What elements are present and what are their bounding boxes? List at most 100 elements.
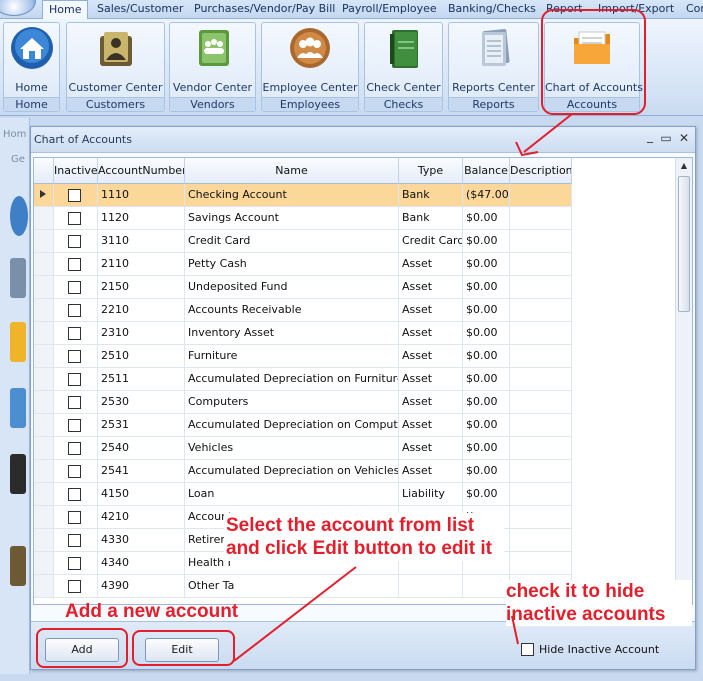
column-header-account-number[interactable]: AccountNumber bbox=[98, 158, 185, 184]
description-cell bbox=[510, 184, 572, 207]
employee-center-button[interactable]: Employee Center bbox=[262, 23, 358, 99]
table-row[interactable]: 3110 Credit Card Credit Card $0.00 bbox=[34, 230, 692, 253]
home-button-label: Home bbox=[15, 81, 48, 94]
inactive-cell[interactable] bbox=[54, 460, 98, 483]
scroll-up-icon[interactable]: ▲ bbox=[676, 158, 692, 174]
table-row[interactable]: 2530 Computers Asset $0.00 bbox=[34, 391, 692, 414]
grid-vertical-scrollbar[interactable]: ▲ ▼ bbox=[675, 158, 692, 604]
tab-home[interactable]: Home bbox=[42, 0, 89, 20]
inactive-checkbox[interactable] bbox=[68, 419, 81, 432]
account-number-cell: 4340 bbox=[98, 552, 185, 575]
table-row[interactable]: 2510 Furniture Asset $0.00 bbox=[34, 345, 692, 368]
home-button[interactable]: Home bbox=[4, 23, 59, 99]
table-row[interactable]: 2511 Accumulated Depreciation on Furnitur… bbox=[34, 368, 692, 391]
account-type-cell: Liability bbox=[399, 483, 463, 506]
account-name-cell: Computers bbox=[185, 391, 399, 414]
inactive-cell[interactable] bbox=[54, 414, 98, 437]
table-row[interactable]: 4150 Loan Liability $0.00 bbox=[34, 483, 692, 506]
ribbon-group-checks: Check Center Checks bbox=[364, 22, 443, 112]
table-row[interactable]: 1110 Checking Account Bank ($47.00) bbox=[34, 184, 692, 207]
inactive-cell[interactable] bbox=[54, 575, 98, 598]
hide-inactive-checkbox[interactable] bbox=[521, 643, 534, 656]
inactive-cell[interactable] bbox=[54, 253, 98, 276]
column-header-inactive[interactable]: Inactive bbox=[54, 158, 98, 184]
minimize-icon[interactable]: _ bbox=[643, 129, 657, 143]
ribbon-group-label-vendors: Vendors bbox=[170, 97, 255, 111]
column-header-name[interactable]: Name bbox=[185, 158, 399, 184]
inactive-checkbox[interactable] bbox=[68, 212, 81, 225]
column-header-type[interactable]: Type bbox=[399, 158, 463, 184]
inactive-cell[interactable] bbox=[54, 322, 98, 345]
balance-cell: ($47.00) bbox=[463, 184, 510, 207]
inactive-checkbox[interactable] bbox=[68, 557, 81, 570]
description-cell bbox=[510, 552, 572, 575]
close-icon[interactable]: ✕ bbox=[677, 131, 691, 145]
maximize-icon[interactable]: ▭ bbox=[659, 131, 673, 145]
inactive-checkbox[interactable] bbox=[68, 488, 81, 501]
account-name-cell: Savings Account bbox=[185, 207, 399, 230]
inactive-checkbox[interactable] bbox=[68, 258, 81, 271]
balance-cell: $0.00 bbox=[463, 391, 510, 414]
table-row[interactable]: 2531 Accumulated Depreciation on Computer… bbox=[34, 414, 692, 437]
sidebar-card-icon bbox=[10, 388, 26, 428]
description-cell bbox=[510, 207, 572, 230]
tab-banking-checks[interactable]: Banking/Checks bbox=[442, 0, 542, 19]
inactive-checkbox[interactable] bbox=[68, 189, 81, 202]
table-row[interactable]: 2540 Vehicles Asset $0.00 bbox=[34, 437, 692, 460]
tab-payroll-employee[interactable]: Payroll/Employee bbox=[336, 0, 443, 19]
chart-of-accounts-highlight bbox=[541, 9, 646, 115]
add-button-highlight bbox=[36, 628, 128, 668]
inactive-checkbox[interactable] bbox=[68, 442, 81, 455]
description-cell bbox=[510, 414, 572, 437]
table-row[interactable]: 2150 Undeposited Fund Asset $0.00 bbox=[34, 276, 692, 299]
window-title-bar: Chart of Accounts _ ▭ ✕ bbox=[31, 127, 695, 153]
account-name-cell: Accumulated Depreciation on Furniture bbox=[185, 368, 399, 391]
inactive-cell[interactable] bbox=[54, 184, 98, 207]
column-header-description[interactable]: Description bbox=[510, 158, 572, 184]
column-header-balance[interactable]: Balance bbox=[463, 158, 510, 184]
account-number-cell: 3110 bbox=[98, 230, 185, 253]
reports-center-button[interactable]: Reports Center bbox=[449, 23, 538, 99]
check-center-button[interactable]: Check Center bbox=[365, 23, 442, 99]
inactive-checkbox[interactable] bbox=[68, 304, 81, 317]
description-cell bbox=[510, 322, 572, 345]
inactive-cell[interactable] bbox=[54, 391, 98, 414]
inactive-cell[interactable] bbox=[54, 437, 98, 460]
check-center-icon bbox=[389, 30, 418, 68]
balance-cell: $0.00 bbox=[463, 414, 510, 437]
application-orb-button[interactable] bbox=[0, 0, 36, 16]
table-row[interactable]: 2310 Inventory Asset Asset $0.00 bbox=[34, 322, 692, 345]
inactive-cell[interactable] bbox=[54, 207, 98, 230]
table-row[interactable]: 2210 Accounts Receivable Asset $0.00 bbox=[34, 299, 692, 322]
table-row[interactable]: 2541 Accumulated Depreciation on Vehicles… bbox=[34, 460, 692, 483]
inactive-checkbox[interactable] bbox=[68, 511, 81, 524]
inactive-checkbox[interactable] bbox=[68, 373, 81, 386]
tab-sales-customer[interactable]: Sales/Customer bbox=[91, 0, 189, 19]
inactive-checkbox[interactable] bbox=[68, 465, 81, 478]
inactive-checkbox[interactable] bbox=[68, 396, 81, 409]
inactive-cell[interactable] bbox=[54, 506, 98, 529]
inactive-checkbox[interactable] bbox=[68, 534, 81, 547]
inactive-cell[interactable] bbox=[54, 276, 98, 299]
inactive-checkbox[interactable] bbox=[68, 327, 81, 340]
ribbon-group-reports: Reports Center Reports bbox=[448, 22, 539, 112]
inactive-cell[interactable] bbox=[54, 345, 98, 368]
vendor-center-button[interactable]: Vendor Center bbox=[170, 23, 255, 99]
inactive-checkbox[interactable] bbox=[68, 281, 81, 294]
inactive-cell[interactable] bbox=[54, 529, 98, 552]
description-cell bbox=[510, 230, 572, 253]
inactive-checkbox[interactable] bbox=[68, 350, 81, 363]
inactive-cell[interactable] bbox=[54, 368, 98, 391]
tab-purchases-vendor-pay-bill[interactable]: Purchases/Vendor/Pay Bill bbox=[188, 0, 341, 19]
inactive-cell[interactable] bbox=[54, 230, 98, 253]
inactive-checkbox[interactable] bbox=[68, 235, 81, 248]
inactive-checkbox[interactable] bbox=[68, 580, 81, 593]
inactive-cell[interactable] bbox=[54, 552, 98, 575]
customer-center-button[interactable]: Customer Center bbox=[67, 23, 164, 99]
table-row[interactable]: 2110 Petty Cash Asset $0.00 bbox=[34, 253, 692, 276]
inactive-cell[interactable] bbox=[54, 483, 98, 506]
scroll-thumb[interactable] bbox=[678, 176, 690, 312]
inactive-cell[interactable] bbox=[54, 299, 98, 322]
table-row[interactable]: 1120 Savings Account Bank $0.00 bbox=[34, 207, 692, 230]
tab-company[interactable]: Cor bbox=[680, 0, 703, 19]
